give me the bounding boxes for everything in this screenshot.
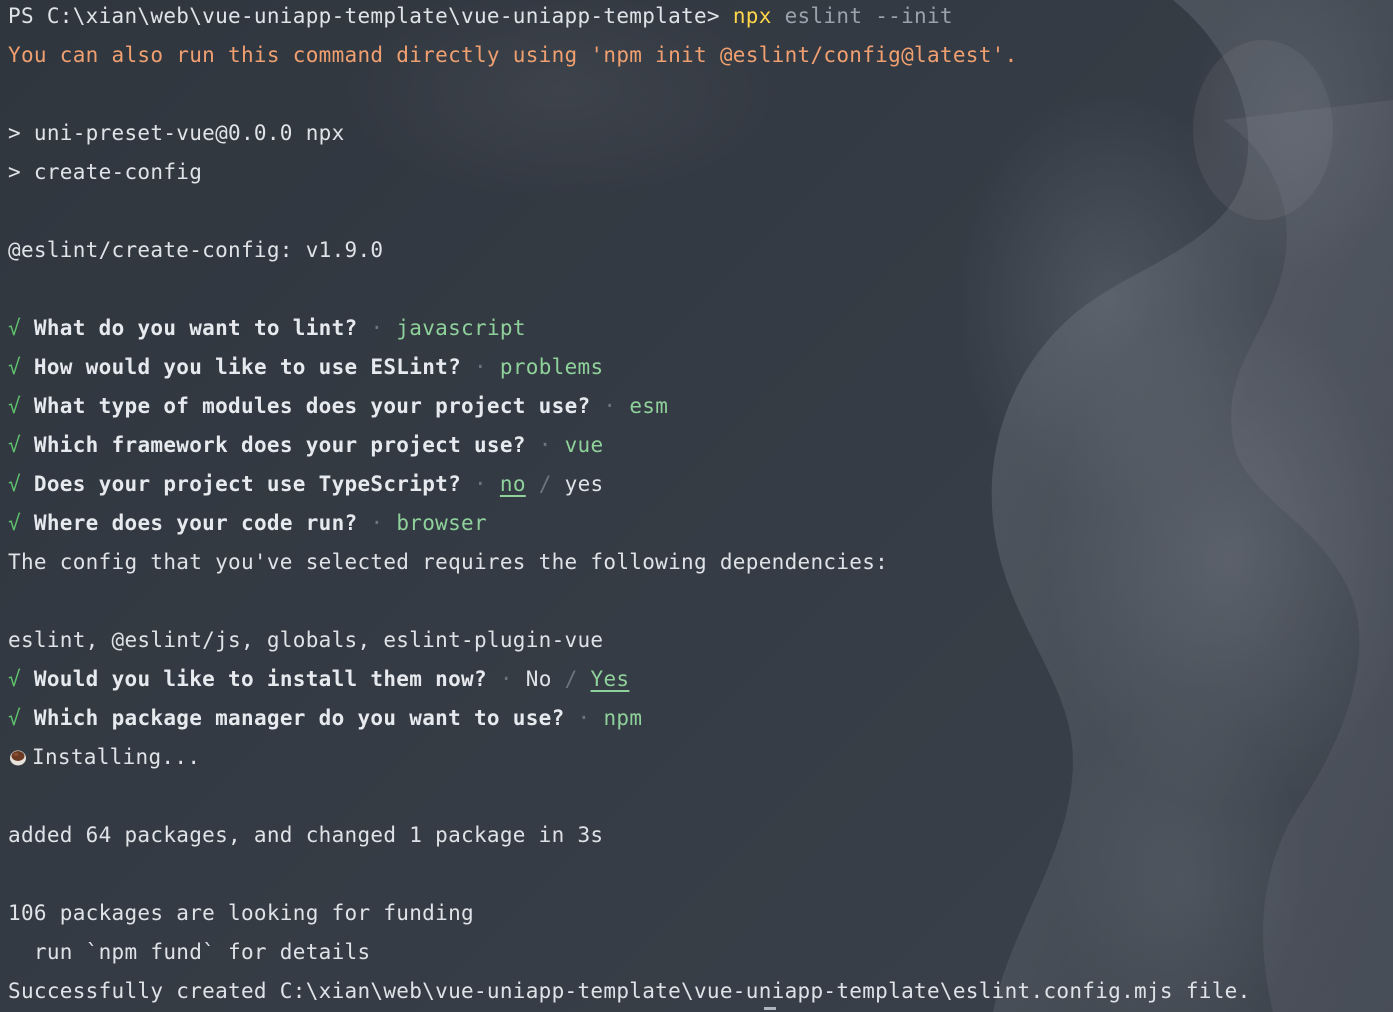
separator: · bbox=[499, 667, 513, 691]
check-icon: √ bbox=[8, 433, 21, 457]
command-name: npx bbox=[732, 4, 772, 28]
script-line-1: > uni-preset-vue@0.0.0 npx bbox=[8, 121, 345, 145]
slash-separator: / bbox=[538, 472, 552, 496]
answer-text: esm bbox=[629, 394, 669, 418]
unselected-answer: yes bbox=[564, 472, 604, 496]
question-line: √ Does your project use TypeScript? · no… bbox=[8, 468, 1373, 507]
version-line: @eslint/create-config: v1.9.0 bbox=[8, 238, 384, 262]
installing-text: Installing... bbox=[32, 745, 201, 769]
success-line: Successfully created C:\xian\web\vue-uni… bbox=[8, 979, 1251, 1003]
answer-text: problems bbox=[499, 355, 604, 379]
answer-text: browser bbox=[396, 511, 487, 535]
deps-list-line: eslint, @eslint/js, globals, eslint-plug… bbox=[8, 628, 604, 652]
selected-answer: Yes bbox=[590, 667, 630, 691]
separator: · bbox=[577, 706, 591, 730]
script-line-2: > create-config bbox=[8, 160, 203, 184]
terminal-output: PS C:\xian\web\vue-uniapp-template\vue-u… bbox=[8, 0, 1373, 1012]
question-line: √ Which framework does your project use?… bbox=[8, 429, 1373, 468]
coffee-cup-icon bbox=[10, 750, 26, 766]
check-icon: √ bbox=[8, 472, 21, 496]
question-text: What do you want to lint? bbox=[33, 316, 358, 340]
check-icon: √ bbox=[8, 511, 21, 535]
separator: · bbox=[370, 316, 384, 340]
question-line: √ What do you want to lint? · javascript bbox=[8, 312, 1373, 351]
funding-hint-line: run `npm fund` for details bbox=[8, 940, 371, 964]
check-icon: √ bbox=[8, 706, 21, 730]
command-line: PS C:\xian\web\vue-uniapp-template\vue-u… bbox=[8, 0, 1373, 39]
question-text: Where does your code run? bbox=[33, 511, 358, 535]
question-line: √ Where does your code run? · browser bbox=[8, 507, 1373, 546]
answer-text: npm bbox=[603, 706, 643, 730]
answer-text: vue bbox=[564, 433, 604, 457]
installing-line: Installing... bbox=[8, 741, 1373, 780]
shell-prompt: PS C:\xian\web\vue-uniapp-template\vue-u… bbox=[8, 4, 733, 28]
install-question-line: √ Would you like to install them now? · … bbox=[8, 663, 1373, 702]
question-text: Does your project use TypeScript? bbox=[33, 472, 462, 496]
deps-intro-line: The config that you've selected requires… bbox=[8, 550, 889, 574]
separator: · bbox=[473, 355, 487, 379]
hint-line: You can also run this command directly u… bbox=[8, 43, 1018, 67]
text-cursor bbox=[764, 1007, 776, 1010]
answer-text: javascript bbox=[396, 316, 526, 340]
separator: · bbox=[370, 511, 384, 535]
selected-answer: no bbox=[499, 472, 526, 496]
question-text: Would you like to install them now? bbox=[33, 667, 487, 691]
separator: · bbox=[473, 472, 487, 496]
check-icon: √ bbox=[8, 394, 21, 418]
question-text: What type of modules does your project u… bbox=[33, 394, 591, 418]
unselected-answer: No bbox=[525, 667, 552, 691]
separator: · bbox=[538, 433, 552, 457]
command-args: eslint --init bbox=[771, 4, 953, 28]
question-text: Which framework does your project use? bbox=[33, 433, 526, 457]
check-icon: √ bbox=[8, 355, 21, 379]
question-text: Which package manager do you want to use… bbox=[33, 706, 565, 730]
question-line: √ How would you like to use ESLint? · pr… bbox=[8, 351, 1373, 390]
slash-separator: / bbox=[564, 667, 578, 691]
check-icon: √ bbox=[8, 667, 21, 691]
separator: · bbox=[603, 394, 617, 418]
funding-line: 106 packages are looking for funding bbox=[8, 901, 474, 925]
package-manager-line: √ Which package manager do you want to u… bbox=[8, 702, 1373, 741]
question-text: How would you like to use ESLint? bbox=[33, 355, 462, 379]
question-line: √ What type of modules does your project… bbox=[8, 390, 1373, 429]
check-icon: √ bbox=[8, 316, 21, 340]
added-packages-line: added 64 packages, and changed 1 package… bbox=[8, 823, 604, 847]
